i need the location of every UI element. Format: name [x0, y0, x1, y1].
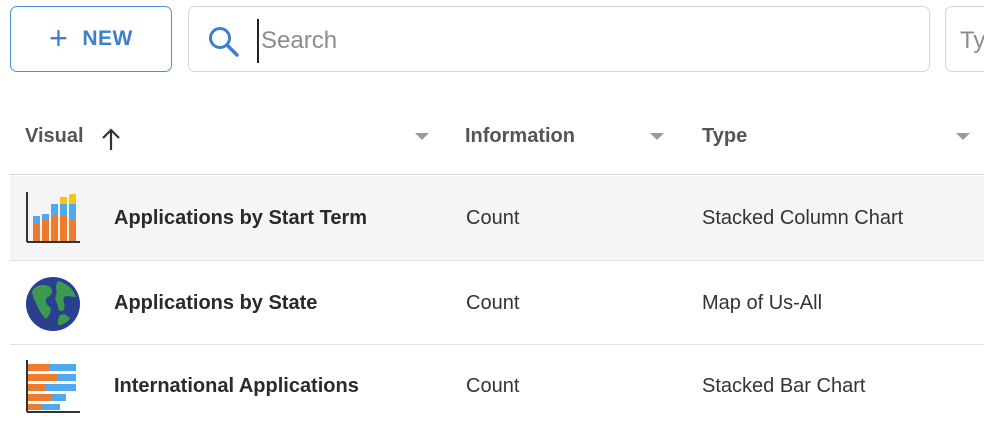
- stacked-bar-chart-icon: [26, 360, 80, 413]
- column-menu-information-icon[interactable]: [650, 133, 664, 140]
- row-type: Map of Us-All: [702, 291, 823, 314]
- plus-icon: +: [49, 19, 69, 56]
- column-menu-visual-icon[interactable]: [415, 133, 429, 140]
- column-menu-type-icon[interactable]: [956, 133, 970, 140]
- column-header-visual-label: Visual: [25, 124, 84, 147]
- column-header-type-label: Type: [702, 124, 748, 147]
- toolbar: + NEW: [0, 0, 984, 90]
- header-divider: [10, 174, 984, 175]
- search-icon: [209, 27, 239, 57]
- type-filter-input[interactable]: [958, 19, 984, 63]
- stacked-column-chart-icon: [26, 192, 80, 243]
- arrow-up-icon[interactable]: [100, 126, 122, 152]
- table-header: Visual Information Type: [0, 98, 984, 174]
- row-type: Stacked Column Chart: [702, 206, 904, 229]
- row-information: Count: [466, 374, 520, 397]
- row-name: Applications by Start Term: [114, 206, 368, 229]
- table-row[interactable]: International Applications Count Stacked…: [10, 344, 984, 428]
- column-header-information[interactable]: Information: [465, 98, 575, 174]
- new-button-label: NEW: [82, 27, 133, 50]
- row-information: Count: [466, 291, 520, 314]
- row-name: International Applications: [114, 374, 359, 397]
- column-header-visual[interactable]: Visual: [25, 98, 122, 174]
- row-information: Count: [466, 206, 520, 229]
- new-button[interactable]: + NEW: [10, 6, 172, 72]
- column-header-information-label: Information: [465, 124, 575, 147]
- type-filter[interactable]: [945, 6, 984, 72]
- globe-icon: [26, 277, 80, 331]
- column-header-type[interactable]: Type: [702, 98, 747, 174]
- row-name: Applications by State: [114, 291, 318, 314]
- search-input[interactable]: [257, 19, 903, 63]
- search-box[interactable]: [188, 6, 930, 72]
- table-row[interactable]: Applications by Start Term Count Stacked…: [10, 176, 984, 260]
- row-type: Stacked Bar Chart: [702, 374, 866, 397]
- table-row[interactable]: Applications by State Count Map of Us-Al…: [10, 261, 984, 345]
